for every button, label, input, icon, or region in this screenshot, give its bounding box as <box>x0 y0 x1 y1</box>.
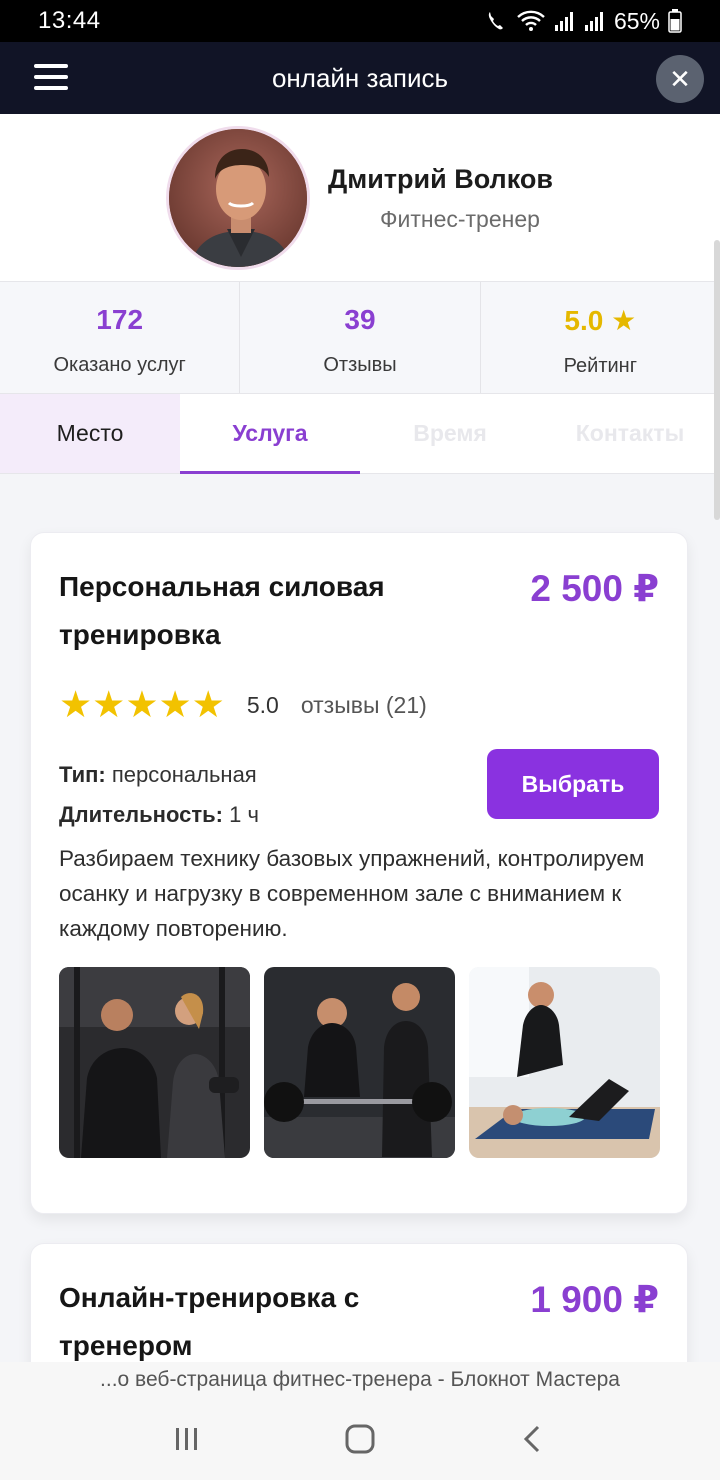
service-photo[interactable] <box>59 967 250 1158</box>
service-card: Персональная силовая тренировка 2 500 ₽ … <box>30 532 688 1214</box>
stat-label: Отзывы <box>323 354 397 376</box>
service-duration-label: Длительность: <box>59 802 223 827</box>
rating-stars-icon: ★★★★★ <box>59 684 225 725</box>
service-price: 1 900 ₽ <box>530 1279 659 1320</box>
service-type: Тип: персональная <box>59 755 259 795</box>
reviews-link[interactable]: отзывы (21) <box>301 692 427 719</box>
trainer-name: Дмитрий Волков <box>328 164 553 194</box>
select-button[interactable]: Выбрать <box>487 749 659 819</box>
stat-rating: 5.0 ★ Рейтинг <box>481 282 720 393</box>
service-duration-value: 1 ч <box>229 802 259 827</box>
stat-label: Оказано услуг <box>53 354 186 376</box>
status-time: 13:44 <box>38 7 101 34</box>
stat-services: 172 Оказано услуг <box>0 282 241 393</box>
tab-service[interactable]: Услуга <box>180 394 360 474</box>
browser-title-bar: ...о веб-страница фитнес-тренера - Блокн… <box>0 1362 720 1398</box>
stats-row: 172 Оказано услуг 39 Отзывы 5.0 ★ Рейтин… <box>0 282 720 394</box>
tab-time: Время <box>413 420 487 446</box>
app-header: онлайн запись ✕ <box>0 42 720 114</box>
trainer-profile: Дмитрий Волков Фитнес-тренер <box>0 114 720 282</box>
service-price: 2 500 ₽ <box>530 568 659 609</box>
stat-value: 5.0 ★ <box>564 305 637 336</box>
wifi-call-icon <box>488 12 503 30</box>
battery-icon <box>668 9 682 33</box>
avatar <box>166 126 310 270</box>
tab-contacts: Контакты <box>575 420 685 446</box>
service-type-value: персональная <box>111 762 257 787</box>
service-description: Разбираем технику базовых упражнений, ко… <box>59 846 645 941</box>
stat-reviews: 39 Отзывы <box>240 282 481 393</box>
close-button[interactable]: ✕ <box>656 55 704 103</box>
rating-value: 5.0 <box>246 691 279 718</box>
service-title: Онлайн-тренировка с тренером <box>59 1282 360 1361</box>
wifi-icon <box>517 10 545 31</box>
service-photo[interactable] <box>264 967 455 1158</box>
service-meta: Тип: персональная Длительность: 1 ч <box>59 755 259 835</box>
menu-icon[interactable] <box>34 64 68 92</box>
stat-value: 39 <box>344 304 376 335</box>
service-title: Персональная силовая тренировка <box>59 571 385 650</box>
service-photos <box>59 967 660 1158</box>
battery-percent: 65% <box>613 7 660 34</box>
tab-place[interactable]: Место <box>0 394 180 473</box>
status-bar: 13:44 65% <box>0 0 720 42</box>
stat-label: Рейтинг <box>563 355 638 377</box>
system-nav-bar <box>0 1398 720 1480</box>
signal-icon <box>554 12 573 31</box>
booking-steps-tabs: Место Услуга Время Контакты <box>0 394 720 474</box>
page-title: онлайн запись <box>271 62 449 93</box>
rating-row: ★★★★★ 5.0 отзывы (21) <box>59 685 427 725</box>
service-duration: Длительность: 1 ч <box>59 795 259 835</box>
service-photo[interactable] <box>469 967 660 1158</box>
stat-value: 172 <box>96 304 144 335</box>
scrollbar[interactable] <box>714 240 720 520</box>
trainer-role: Фитнес-тренер <box>380 206 540 232</box>
status-icons: 65% <box>484 8 682 35</box>
back-icon[interactable] <box>503 1414 563 1464</box>
home-icon[interactable] <box>330 1414 390 1464</box>
recent-apps-icon[interactable] <box>157 1414 217 1464</box>
signal-icon-2 <box>584 12 603 31</box>
service-type-label: Тип: <box>59 762 106 787</box>
